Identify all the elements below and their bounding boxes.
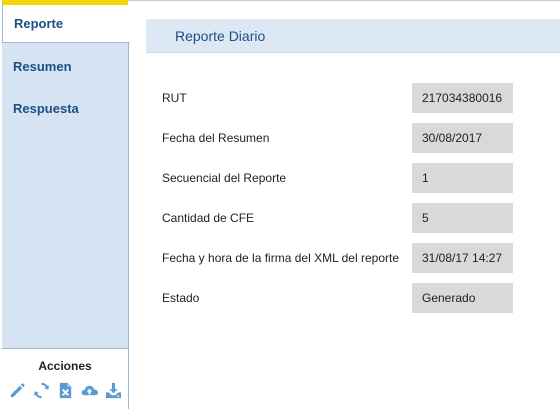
field-row-rut: RUT 217034380016	[162, 83, 522, 113]
tab-reporte[interactable]: Reporte	[2, 5, 130, 43]
actions-panel: Acciones	[2, 348, 128, 409]
delete-file-icon[interactable]	[56, 381, 75, 400]
refresh-icon[interactable]	[32, 381, 51, 400]
field-value: Generado	[412, 283, 513, 313]
panel-title: Reporte Diario	[175, 28, 266, 44]
tab-respuesta[interactable]: Respuesta	[2, 90, 129, 128]
field-label: Cantidad de CFE	[162, 211, 255, 225]
field-value: 30/08/2017	[412, 123, 513, 153]
field-label: Fecha del Resumen	[162, 131, 270, 145]
field-value: 217034380016	[412, 83, 513, 113]
field-label: RUT	[162, 91, 187, 105]
field-row-fecha-firma: Fecha y hora de la firma del XML del rep…	[162, 243, 522, 273]
field-label: Fecha y hora de la firma del XML del rep…	[162, 251, 400, 265]
action-icons	[8, 381, 123, 400]
field-value: 31/08/17 14:27	[412, 243, 513, 273]
panel-header: Reporte Diario	[146, 19, 560, 53]
field-label: Secuencial del Reporte	[162, 171, 287, 185]
top-border	[128, 0, 560, 1]
field-value: 5	[412, 203, 513, 233]
sidebar: Reporte Resumen Respuesta Acciones	[2, 5, 130, 409]
field-row-fecha-resumen: Fecha del Resumen 30/08/2017	[162, 123, 522, 153]
actions-title: Acciones	[38, 359, 92, 373]
field-value: 1	[412, 163, 513, 193]
edit-icon[interactable]	[8, 381, 27, 400]
cloud-upload-icon[interactable]	[80, 381, 99, 400]
field-row-secuencial: Secuencial del Reporte 1	[162, 163, 522, 193]
field-row-cantidad-cfe: Cantidad de CFE 5	[162, 203, 522, 233]
field-row-estado: Estado Generado	[162, 283, 522, 313]
download-icon[interactable]	[104, 381, 123, 400]
tab-resumen[interactable]: Resumen	[2, 48, 129, 86]
field-label: Estado	[162, 291, 200, 305]
